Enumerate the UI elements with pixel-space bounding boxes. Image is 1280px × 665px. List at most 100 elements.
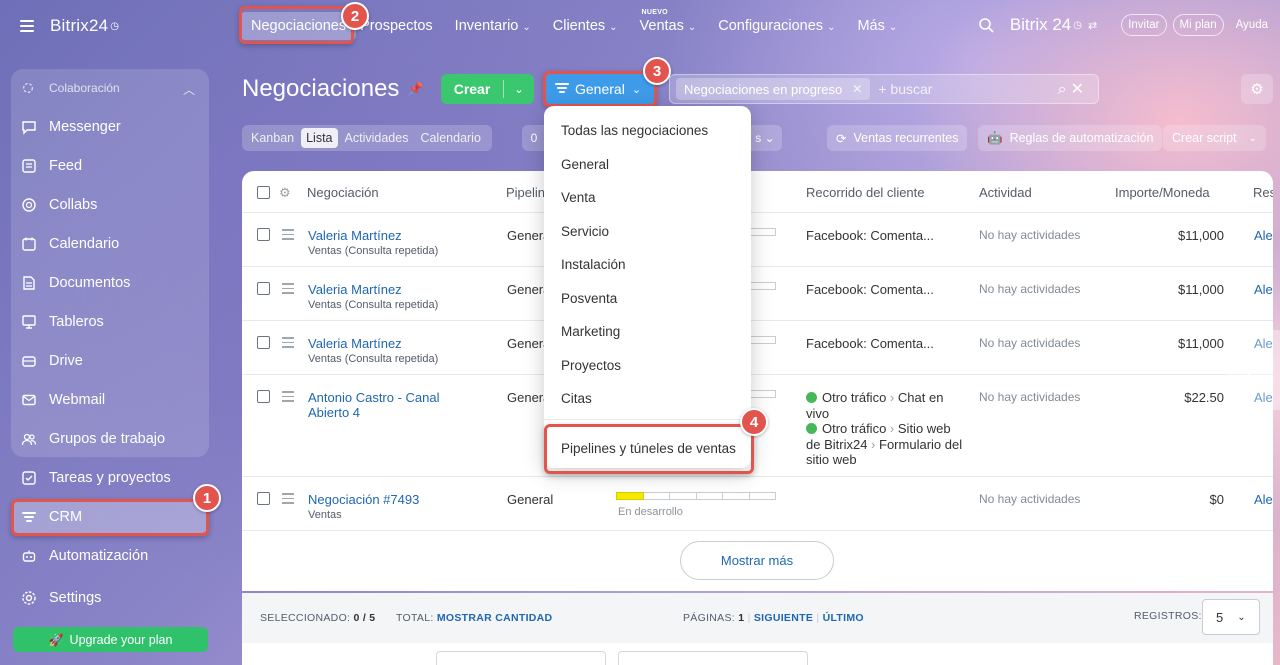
sidebar-item-workgroups[interactable]: Grupos de trabajo bbox=[11, 423, 209, 455]
close-icon[interactable]: ✕ bbox=[852, 82, 862, 96]
pin-icon[interactable]: 📌 bbox=[407, 81, 423, 97]
filter-search-box[interactable]: Negociaciones en progreso ✕ + buscar ⌕✕ bbox=[669, 74, 1099, 104]
column-activity[interactable]: Actividad bbox=[979, 185, 1032, 200]
sidebar-item-settings[interactable]: Settings bbox=[11, 582, 209, 614]
column-amount[interactable]: Importe/Moneda bbox=[1115, 185, 1210, 200]
search-input[interactable]: + buscar bbox=[878, 81, 1057, 97]
tab-clients[interactable]: Clientes ⌄ bbox=[553, 18, 618, 34]
upgrade-plan-button[interactable]: 🚀 Upgrade your plan bbox=[13, 627, 208, 652]
deal-name[interactable]: Valeria Martínez bbox=[308, 336, 402, 351]
menu-item-marketing[interactable]: Marketing bbox=[561, 324, 620, 339]
chevron-down-icon[interactable]: s ⌄ bbox=[748, 125, 782, 151]
column-deal[interactable]: Negociación bbox=[307, 185, 379, 200]
drag-handle-icon[interactable] bbox=[282, 493, 294, 507]
deal-name-link[interactable]: Valeria Martínez Ventas (Consulta repetid… bbox=[308, 282, 478, 313]
logo[interactable]: Bitrix24 bbox=[50, 16, 108, 36]
sidebar-item-crm[interactable]: CRM bbox=[11, 501, 209, 533]
stage-progress[interactable] bbox=[616, 492, 776, 500]
pipeline-selector[interactable]: General ⌄ bbox=[546, 74, 654, 104]
menu-item-projects[interactable]: Proyectos bbox=[561, 358, 621, 373]
my-plan-button[interactable]: Mi plan bbox=[1172, 14, 1224, 36]
help-button[interactable]: Ayuda bbox=[1230, 14, 1274, 36]
search-icon[interactable] bbox=[978, 17, 994, 33]
deal-name-link[interactable]: Negociación #7493 Ventas bbox=[308, 492, 478, 523]
menu-item-after-sales[interactable]: Posventa bbox=[561, 291, 617, 306]
sidebar-item-documents[interactable]: Documentos bbox=[11, 267, 209, 299]
tab-activities[interactable]: Actividades bbox=[340, 128, 414, 148]
sidebar-item-feed[interactable]: Feed bbox=[11, 150, 209, 182]
tab-inventory[interactable]: Inventario ⌄ bbox=[455, 18, 531, 34]
next-page-link[interactable]: SIGUIENTE bbox=[754, 612, 813, 624]
tab-configuration[interactable]: Configuraciones ⌄ bbox=[718, 18, 835, 34]
sidebar-item-automation[interactable]: Automatización bbox=[11, 540, 209, 572]
settings-gear-button[interactable]: ⚙ bbox=[1241, 74, 1273, 104]
records-per-page-select[interactable]: 5 ⌄ bbox=[1202, 599, 1260, 635]
tab-leads[interactable]: Prospectos bbox=[360, 18, 433, 34]
deal-responsible[interactable]: Ale bbox=[1254, 282, 1273, 297]
recurring-sales-button[interactable]: ⟳ Ventas recurrentes bbox=[827, 125, 968, 151]
deal-name-link[interactable]: Valeria Martínez Ventas (Consulta repetid… bbox=[308, 228, 478, 259]
tab-list[interactable]: Lista bbox=[301, 128, 338, 148]
chevron-up-icon[interactable]: ︿ bbox=[183, 81, 195, 98]
row-checkbox[interactable] bbox=[257, 336, 270, 349]
sidebar-item-calendar[interactable]: Calendario bbox=[11, 228, 209, 260]
menu-icon[interactable] bbox=[20, 20, 34, 32]
menu-item-appointments[interactable]: Citas bbox=[561, 391, 592, 406]
sidebar-item-tasks[interactable]: Tareas y proyectos bbox=[11, 462, 209, 494]
column-journey[interactable]: Recorrido del cliente bbox=[806, 185, 925, 200]
clear-icon[interactable]: ✕ bbox=[1071, 81, 1088, 98]
brand-logo[interactable]: Bitrix 24 ◷ ⇄ bbox=[1010, 15, 1097, 35]
tab-deals[interactable]: Negociaciones bbox=[241, 12, 357, 40]
menu-item-sale[interactable]: Venta bbox=[561, 190, 596, 205]
deal-responsible[interactable]: Ale bbox=[1254, 492, 1273, 507]
menu-item-installation[interactable]: Instalación bbox=[561, 257, 626, 272]
tab-kanban[interactable]: Kanban bbox=[246, 128, 299, 148]
tab-sales[interactable]: NUEVO Ventas ⌄ bbox=[640, 9, 697, 34]
sidebar-item-webmail[interactable]: Webmail bbox=[11, 384, 209, 416]
sidebar-item-collabs[interactable]: Collabs bbox=[11, 189, 209, 221]
gear-icon[interactable]: ⚙ bbox=[279, 185, 291, 201]
table-row[interactable]: Valeria Martínez Ventas (Consulta repetid… bbox=[242, 267, 1273, 321]
menu-item-general[interactable]: General bbox=[561, 157, 609, 172]
last-page-link[interactable]: ÚLTIMO bbox=[823, 612, 864, 624]
show-total-link[interactable]: MOSTRAR CANTIDAD bbox=[437, 612, 553, 624]
menu-item-all-deals[interactable]: Todas las negociaciones bbox=[561, 123, 708, 138]
create-script-button[interactable]: Crear script ⌄ bbox=[1163, 125, 1266, 151]
collaboration-header[interactable]: Colaboración ︿ bbox=[21, 79, 199, 97]
row-checkbox[interactable] bbox=[257, 492, 270, 505]
menu-item-service[interactable]: Servicio bbox=[561, 224, 609, 239]
table-row[interactable]: Negociación #7493 Ventas General En desar… bbox=[242, 477, 1273, 531]
deal-name[interactable]: Valeria Martínez bbox=[308, 282, 402, 297]
deal-name[interactable]: Negociación #7493 bbox=[308, 492, 419, 507]
tab-calendar[interactable]: Calendario bbox=[415, 128, 485, 148]
drag-handle-icon[interactable] bbox=[282, 283, 294, 297]
deal-name-link[interactable]: Valeria Martínez Ventas (Consulta repetid… bbox=[308, 336, 478, 367]
create-button[interactable]: Crear ⌄ bbox=[441, 74, 534, 104]
drag-handle-icon[interactable] bbox=[282, 391, 294, 405]
chevron-down-icon[interactable]: ⌄ bbox=[504, 83, 534, 96]
sidebar-item-boards[interactable]: Tableros bbox=[11, 306, 209, 338]
current-page[interactable]: 1 bbox=[738, 612, 744, 624]
counter-badge[interactable]: 0 bbox=[522, 125, 546, 151]
search-icon[interactable]: ⌕ bbox=[1058, 81, 1071, 98]
invite-button[interactable]: Invitar bbox=[1121, 14, 1167, 36]
select-all-checkbox[interactable] bbox=[257, 186, 270, 199]
filter-chip[interactable]: Negociaciones en progreso ✕ bbox=[676, 78, 871, 100]
menu-item-pipelines-funnels[interactable]: Pipelines y túneles de ventas bbox=[561, 441, 736, 456]
deal-name[interactable]: Antonio Castro - Canal Abierto 4 bbox=[308, 390, 440, 420]
table-row[interactable]: Valeria Martínez Ventas (Consulta repetid… bbox=[242, 321, 1273, 375]
deal-name[interactable]: Valeria Martínez bbox=[308, 228, 402, 243]
show-more-button[interactable]: Mostrar más bbox=[680, 541, 834, 580]
row-checkbox[interactable] bbox=[257, 282, 270, 295]
drag-handle-icon[interactable] bbox=[282, 337, 294, 351]
deal-responsible[interactable]: Ale bbox=[1254, 228, 1273, 243]
automation-rules-button[interactable]: 🤖 Reglas de automatización bbox=[978, 125, 1163, 151]
drag-handle-icon[interactable] bbox=[282, 229, 294, 243]
sidebar-item-drive[interactable]: Drive bbox=[11, 345, 209, 377]
table-row[interactable]: Valeria Martínez Ventas (Consulta repetid… bbox=[242, 213, 1273, 267]
row-checkbox[interactable] bbox=[257, 390, 270, 403]
deal-name-link[interactable]: Antonio Castro - Canal Abierto 4 bbox=[308, 390, 478, 420]
row-checkbox[interactable] bbox=[257, 228, 270, 241]
sidebar-item-messenger[interactable]: Messenger bbox=[11, 111, 209, 143]
column-responsible[interactable]: Res bbox=[1253, 185, 1273, 200]
